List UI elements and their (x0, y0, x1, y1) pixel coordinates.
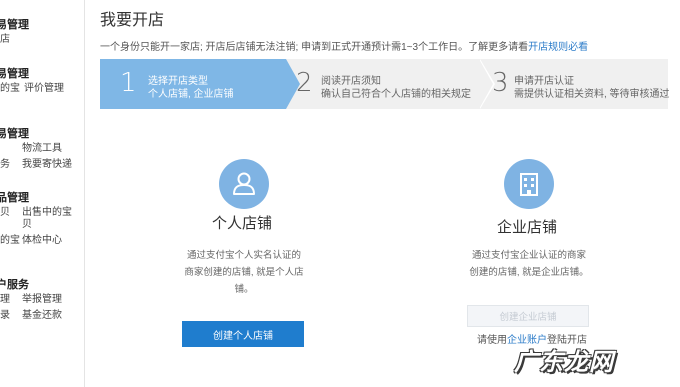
step-arrow (479, 59, 493, 109)
sidebar-heading-trade: 易管理 (0, 19, 29, 31)
person-icon (219, 159, 269, 209)
watermark-text: 广东龙网 (514, 349, 614, 376)
description-line: 铺。 (234, 284, 254, 295)
watermark: 广东龙网 (514, 342, 644, 376)
rules-link[interactable]: 开店规则必看 (528, 42, 588, 53)
building-icon (504, 159, 554, 209)
step-subtitle: 个人店铺, 企业店铺 (148, 89, 234, 100)
step-choose-type: 1 选择开店类型 个人店铺, 企业店铺 (100, 59, 286, 109)
sidebar-item-fund-repayment[interactable]: 基金还款 (22, 310, 62, 322)
sidebar: 易管理 店 易管理 的宝 评价管理 易管理 物流工具 务 我要寄快递 品管理 贝… (0, 0, 85, 387)
notice-body: 一个身份只能开一家店; 开店后店铺无法注销; 申请到正式开通预计需1~3个工作日… (100, 42, 529, 53)
sidebar-item[interactable]: 的宝 (0, 83, 20, 95)
sidebar-item[interactable]: 贝 (0, 207, 10, 219)
step-read-notice: 2 阅读开店须知 确认自己符合个人店铺的相关规定 (286, 59, 480, 109)
sidebar-item-review-management[interactable]: 评价管理 (24, 83, 64, 95)
sidebar-item[interactable]: 店 (0, 34, 10, 46)
personal-store-description: 通过支付宝个人实名认证的 商家创建的店铺, 就是个人店 铺。 (184, 247, 304, 298)
step-apply-verification: 3 申请开店认证 需提供认证相关资料, 等待审核通过 (480, 59, 670, 109)
sidebar-heading-shipping: 易管理 (0, 128, 29, 140)
description-line: 通过支付宝企业认证的商家 (471, 250, 586, 261)
hint-prefix: 请使用 (477, 335, 507, 346)
step-subtitle: 确认自己符合个人店铺的相关规定 (321, 89, 471, 100)
create-enterprise-store-button[interactable]: 创建企业店铺 (467, 305, 589, 327)
description-line: 创建的店铺, 就是企业店铺。 (469, 267, 589, 278)
personal-store-title: 个人店铺 (212, 215, 273, 232)
step-progress: 1 选择开店类型 个人店铺, 企业店铺 2 阅读开店须知 确认自己符合个人店铺的… (100, 59, 670, 109)
enterprise-store-title: 企业店铺 (497, 219, 558, 236)
step-number: 1 (120, 68, 137, 98)
sidebar-item-report-management[interactable]: 举报管理 (22, 294, 62, 306)
enterprise-store-description: 通过支付宝企业认证的商家 创建的店铺, 就是企业店铺。 (469, 247, 589, 281)
sidebar-item[interactable]: 录 (0, 310, 10, 322)
sidebar-item[interactable]: 务 (0, 159, 10, 171)
sidebar-item-health-center[interactable]: 体检中心 (22, 235, 62, 247)
step-arrow (286, 59, 300, 109)
step-subtitle: 需提供认证相关资料, 等待审核通过 (514, 89, 670, 100)
sidebar-item[interactable]: 理 (0, 294, 10, 306)
sidebar-heading-products: 品管理 (0, 192, 29, 204)
create-personal-store-button[interactable]: 创建个人店铺 (182, 321, 304, 347)
description-line: 商家创建的店铺, 就是个人店 (184, 267, 304, 278)
sidebar-heading-customer-service: 户服务 (0, 279, 29, 291)
page-title: 我要开店 (100, 12, 165, 29)
sidebar-heading-logistics: 易管理 (0, 68, 29, 80)
notice-text: 一个身份只能开一家店; 开店后店铺无法注销; 申请到正式开通预计需1~3个工作日… (100, 38, 588, 53)
sidebar-item-send-express[interactable]: 我要寄快递 (22, 159, 72, 171)
sidebar-item-logistics-tools[interactable]: 物流工具 (22, 143, 62, 155)
description-line: 通过支付宝个人实名认证的 (186, 250, 301, 261)
sidebar-item-items-on-sale[interactable]: 出售中的宝贝 (22, 207, 74, 231)
sidebar-item[interactable]: 的宝 (0, 235, 20, 247)
